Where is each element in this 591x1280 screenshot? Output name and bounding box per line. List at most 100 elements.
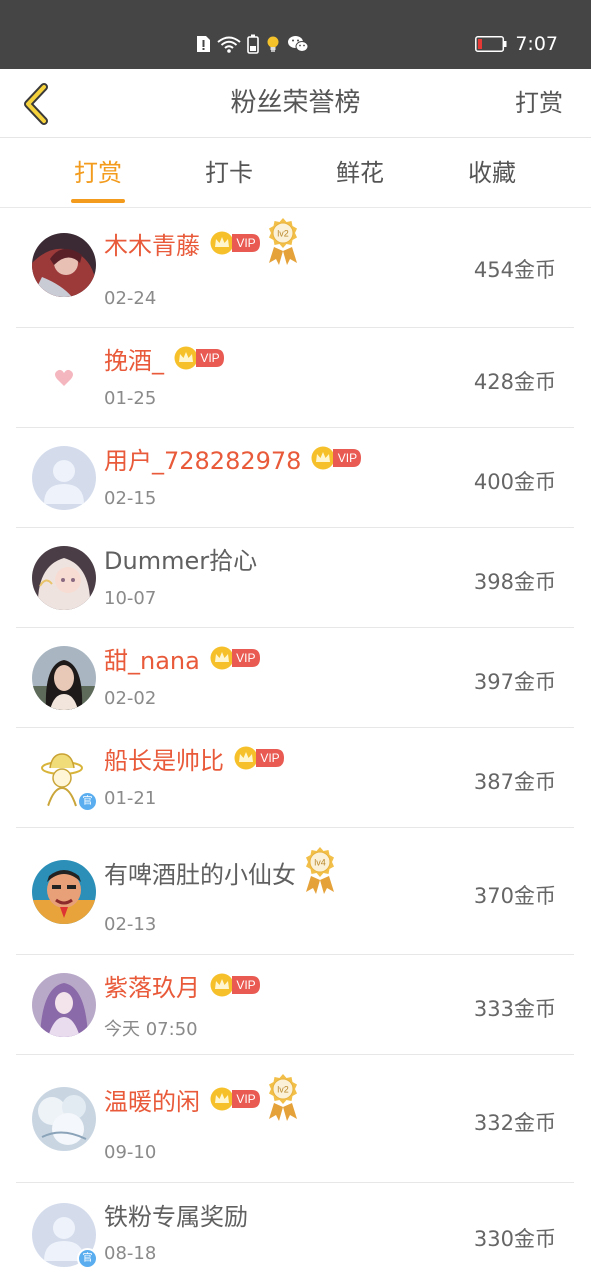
avatar[interactable] — [32, 346, 96, 410]
reward-button[interactable]: 打赏 — [515, 69, 563, 138]
coin-amount: 333金币 — [473, 997, 556, 1021]
fan-name[interactable]: 温暖的闲 — [104, 1082, 200, 1117]
official-badge-icon: 官 — [77, 791, 98, 812]
vip-badge: VIP — [209, 1087, 260, 1111]
battery-saver-icon — [247, 34, 259, 54]
vip-label: VIP — [236, 651, 256, 665]
status-icons — [196, 33, 309, 55]
page-title: 粉丝荣誉榜 — [230, 88, 361, 118]
name-line: 木木青藤 VIP lv2 — [104, 218, 301, 265]
status-right: 7:07 — [475, 30, 558, 58]
medal-icon: lv4 — [302, 846, 338, 898]
tab-bar: 打赏 打卡 鲜花 收藏 — [0, 138, 591, 208]
name-line: 挽酒_ VIP — [104, 341, 224, 376]
official-badge-icon: 官 — [77, 1248, 98, 1269]
name-line: 甜_nana VIP — [104, 641, 260, 676]
vip-label: VIP — [260, 751, 280, 765]
name-line: 用户_728282978 VIP — [104, 441, 362, 476]
medal-icon: lv2 — [265, 217, 301, 269]
reward-date: 08-18 — [104, 1243, 157, 1264]
tab-checkin[interactable]: 打卡 — [184, 138, 274, 208]
coin-amount: 400金币 — [473, 470, 556, 494]
reward-date: 01-25 — [104, 388, 157, 409]
tab-label: 鲜花 — [336, 159, 384, 187]
reward-date: 02-02 — [104, 688, 157, 709]
fan-name[interactable]: 挽酒_ — [104, 341, 164, 376]
tab-favorites[interactable]: 收藏 — [447, 138, 537, 208]
fan-row[interactable]: Dummer拾心 10-07 398金币 — [16, 528, 574, 628]
name-line: Dummer拾心 — [104, 541, 257, 575]
vip-badge: VIP — [209, 973, 260, 997]
fan-name[interactable]: 船长是帅比 — [104, 741, 224, 776]
coin-amount: 398金币 — [473, 570, 556, 594]
coin-amount: 330金币 — [473, 1227, 556, 1251]
avatar[interactable] — [32, 860, 96, 924]
avatar[interactable] — [32, 1087, 96, 1151]
fan-name[interactable]: Dummer拾心 — [104, 541, 257, 576]
vip-badge: VIP — [233, 746, 284, 770]
fan-row[interactable]: 官船长是帅比 VIP 01-21 387金币 — [16, 728, 574, 828]
fan-row[interactable]: 有啤酒肚的小仙女 lv4 02-13 370金币 — [16, 828, 574, 955]
reward-date: 02-13 — [104, 914, 157, 935]
reward-date: 今天 07:50 — [104, 1019, 198, 1040]
avatar[interactable] — [32, 646, 96, 710]
avatar[interactable] — [32, 973, 96, 1037]
vip-badge: VIP — [173, 346, 224, 370]
reward-date: 10-07 — [104, 588, 157, 609]
fan-row[interactable]: 温暖的闲 VIP lv2 09-10 332金币 — [16, 1055, 574, 1183]
fan-row[interactable]: 挽酒_ VIP 01-25 428金币 — [16, 328, 574, 428]
active-tab-indicator — [71, 199, 125, 203]
fan-row[interactable]: 用户_728282978 VIP 02-15 400金币 — [16, 428, 574, 528]
vip-label: VIP — [236, 236, 256, 250]
avatar[interactable]: 官 — [32, 746, 98, 812]
reward-date: 02-15 — [104, 488, 157, 509]
reward-date: 09-10 — [104, 1142, 157, 1163]
fan-name[interactable]: 甜_nana — [104, 641, 200, 676]
vip-badge: VIP — [209, 646, 260, 670]
coin-amount: 387金币 — [473, 770, 556, 794]
vip-label: VIP — [236, 978, 256, 992]
avatar[interactable] — [32, 546, 96, 610]
svg-text:lv4: lv4 — [314, 858, 326, 868]
fan-name[interactable]: 木木青藤 — [104, 226, 200, 261]
avatar[interactable] — [32, 446, 96, 510]
name-line: 船长是帅比 VIP — [104, 741, 284, 776]
tab-flowers[interactable]: 鲜花 — [315, 138, 405, 208]
tab-label: 收藏 — [468, 159, 516, 187]
fan-row[interactable]: 木木青藤 VIP lv2 02-24 454金币 — [16, 208, 574, 328]
back-button[interactable] — [10, 79, 60, 129]
fan-name[interactable]: 铁粉专属奖励 — [104, 1197, 248, 1232]
fan-row[interactable]: 官铁粉专属奖励 08-18 330金币 — [16, 1183, 574, 1280]
name-line: 温暖的闲 VIP lv2 — [104, 1074, 301, 1121]
tab-label: 打赏 — [74, 159, 122, 187]
name-line: 紫落玖月 VIP — [104, 968, 260, 1003]
avatar[interactable] — [32, 233, 96, 297]
fan-name[interactable]: 紫落玖月 — [104, 968, 200, 1003]
nav-header: 粉丝荣誉榜 打赏 — [0, 69, 591, 138]
tab-label: 打卡 — [205, 159, 253, 187]
fan-row[interactable]: 甜_nana VIP 02-02 397金币 — [16, 628, 574, 728]
status-bar: 7:07 — [0, 0, 591, 69]
coin-amount: 397金币 — [473, 670, 556, 694]
bulb-icon — [267, 36, 279, 52]
fan-name[interactable]: 用户_728282978 — [104, 441, 301, 476]
avatar[interactable]: 官 — [32, 1203, 98, 1269]
coin-amount: 428金币 — [473, 370, 556, 394]
fan-name[interactable]: 有啤酒肚的小仙女 — [104, 855, 296, 890]
reward-date: 02-24 — [104, 288, 157, 309]
name-line: 有啤酒肚的小仙女 lv4 — [104, 847, 338, 894]
vip-label: VIP — [200, 351, 220, 365]
clock: 7:07 — [515, 33, 558, 55]
medal-icon: lv2 — [265, 1073, 301, 1125]
svg-text:lv2: lv2 — [277, 229, 289, 239]
fan-row[interactable]: 紫落玖月 VIP 今天 07:50 333金币 — [16, 955, 574, 1055]
vip-label: VIP — [337, 451, 358, 465]
chevron-left-icon — [24, 83, 48, 125]
battery-low-icon — [475, 36, 507, 52]
wifi-icon — [217, 36, 241, 53]
svg-text:lv2: lv2 — [277, 1085, 289, 1095]
wechat-icon — [288, 36, 309, 52]
tab-reward[interactable]: 打赏 — [53, 138, 143, 208]
coin-amount: 370金币 — [473, 884, 556, 908]
coin-amount: 454金币 — [473, 258, 556, 282]
